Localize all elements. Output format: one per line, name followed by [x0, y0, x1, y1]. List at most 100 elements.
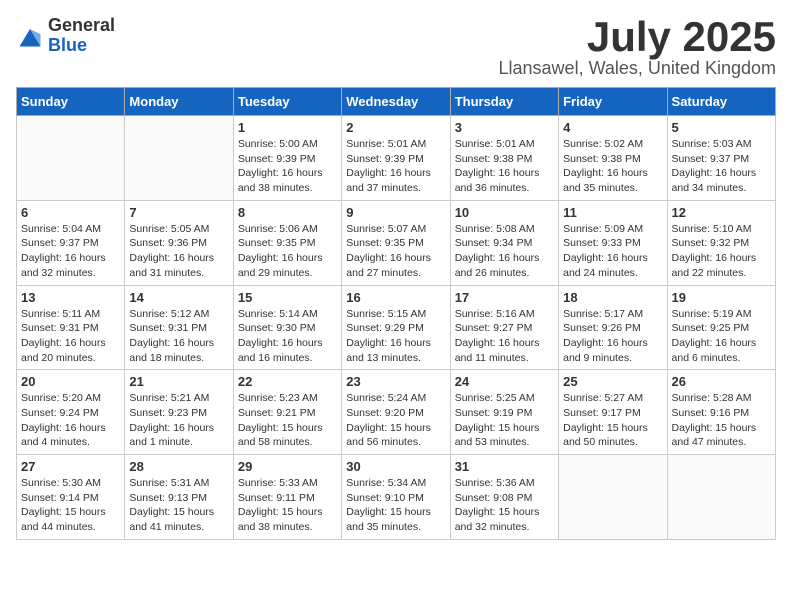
day-number: 3 — [455, 120, 554, 135]
day-number: 30 — [346, 459, 445, 474]
calendar-cell: 1Sunrise: 5:00 AM Sunset: 9:39 PM Daylig… — [233, 116, 341, 201]
day-number: 23 — [346, 374, 445, 389]
calendar-cell: 26 Sunrise: 5:28 AM Sunset: 9:16 PM Dayli… — [667, 370, 775, 455]
day-info: Sunrise: 5:10 AM Sunset: 9:32 PM Dayligh… — [672, 222, 771, 281]
day-number: 29 — [238, 459, 337, 474]
weekday-header-friday: Friday — [559, 88, 667, 116]
day-info: Sunrise: 5:31 AM Sunset: 9:13 PM Dayligh… — [129, 476, 228, 535]
calendar-cell: 18Sunrise: 5:17 AM Sunset: 9:26 PM Dayli… — [559, 285, 667, 370]
calendar-cell: 11 Sunrise: 5:09 AM Sunset: 9:33 PM Dayli… — [559, 200, 667, 285]
day-info: Sunrise: 5:24 AM Sunset: 9:20 PM Dayligh… — [346, 391, 445, 450]
day-info: Sunrise: 5:21 AM Sunset: 9:23 PM Dayligh… — [129, 391, 228, 450]
day-number: 18 — [563, 290, 662, 305]
calendar-cell: 16 Sunrise: 5:15 AM Sunset: 9:29 PM Dayli… — [342, 285, 450, 370]
day-number: 2 — [346, 120, 445, 135]
day-number: 19 — [672, 290, 771, 305]
logo: General Blue — [16, 16, 115, 56]
day-number: 8 — [238, 205, 337, 220]
day-number: 26 — [672, 374, 771, 389]
day-info: Sunrise: 5:14 AM Sunset: 9:30 PM Dayligh… — [238, 307, 337, 366]
calendar-cell: 15 Sunrise: 5:14 AM Sunset: 9:30 PM Dayli… — [233, 285, 341, 370]
logo-general-text: General — [48, 16, 115, 36]
calendar-cell: 3 Sunrise: 5:01 AM Sunset: 9:38 PM Daylig… — [450, 116, 558, 201]
title-area: July 2025 Llansawel, Wales, United Kingd… — [499, 16, 776, 79]
calendar-week-row: 13 Sunrise: 5:11 AM Sunset: 9:31 PM Dayli… — [17, 285, 776, 370]
calendar-cell: 12 Sunrise: 5:10 AM Sunset: 9:32 PM Dayli… — [667, 200, 775, 285]
day-number: 27 — [21, 459, 120, 474]
calendar-week-row: 27 Sunrise: 5:30 AM Sunset: 9:14 PM Dayli… — [17, 455, 776, 540]
calendar-cell: 14Sunrise: 5:12 AM Sunset: 9:31 PM Dayli… — [125, 285, 233, 370]
weekday-header-monday: Monday — [125, 88, 233, 116]
day-info: Sunrise: 5:01 AM Sunset: 9:39 PM Dayligh… — [346, 137, 445, 196]
calendar-cell: 2 Sunrise: 5:01 AM Sunset: 9:39 PM Daylig… — [342, 116, 450, 201]
header: General Blue July 2025 Llansawel, Wales,… — [16, 16, 776, 79]
day-number: 22 — [238, 374, 337, 389]
calendar-cell: 7Sunrise: 5:05 AM Sunset: 9:36 PM Daylig… — [125, 200, 233, 285]
day-info: Sunrise: 5:01 AM Sunset: 9:38 PM Dayligh… — [455, 137, 554, 196]
day-info: Sunrise: 5:02 AM Sunset: 9:38 PM Dayligh… — [563, 137, 662, 196]
day-number: 21 — [129, 374, 228, 389]
calendar-cell: 27 Sunrise: 5:30 AM Sunset: 9:14 PM Dayli… — [17, 455, 125, 540]
calendar-cell: 20 Sunrise: 5:20 AM Sunset: 9:24 PM Dayli… — [17, 370, 125, 455]
day-number: 11 — [563, 205, 662, 220]
day-info: Sunrise: 5:23 AM Sunset: 9:21 PM Dayligh… — [238, 391, 337, 450]
day-number: 13 — [21, 290, 120, 305]
day-number: 14 — [129, 290, 228, 305]
calendar-cell: 9 Sunrise: 5:07 AM Sunset: 9:35 PM Daylig… — [342, 200, 450, 285]
day-info: Sunrise: 5:20 AM Sunset: 9:24 PM Dayligh… — [21, 391, 120, 450]
day-info: Sunrise: 5:15 AM Sunset: 9:29 PM Dayligh… — [346, 307, 445, 366]
calendar-cell: 4Sunrise: 5:02 AM Sunset: 9:38 PM Daylig… — [559, 116, 667, 201]
calendar-cell: 8 Sunrise: 5:06 AM Sunset: 9:35 PM Daylig… — [233, 200, 341, 285]
day-info: Sunrise: 5:34 AM Sunset: 9:10 PM Dayligh… — [346, 476, 445, 535]
weekday-header-wednesday: Wednesday — [342, 88, 450, 116]
day-info: Sunrise: 5:28 AM Sunset: 9:16 PM Dayligh… — [672, 391, 771, 450]
calendar-cell: 6 Sunrise: 5:04 AM Sunset: 9:37 PM Daylig… — [17, 200, 125, 285]
day-number: 10 — [455, 205, 554, 220]
calendar-cell: 30 Sunrise: 5:34 AM Sunset: 9:10 PM Dayli… — [342, 455, 450, 540]
day-info: Sunrise: 5:33 AM Sunset: 9:11 PM Dayligh… — [238, 476, 337, 535]
calendar-cell: 29 Sunrise: 5:33 AM Sunset: 9:11 PM Dayli… — [233, 455, 341, 540]
weekday-header-thursday: Thursday — [450, 88, 558, 116]
calendar-cell: 25Sunrise: 5:27 AM Sunset: 9:17 PM Dayli… — [559, 370, 667, 455]
location-title: Llansawel, Wales, United Kingdom — [499, 58, 776, 79]
day-info: Sunrise: 5:06 AM Sunset: 9:35 PM Dayligh… — [238, 222, 337, 281]
day-number: 6 — [21, 205, 120, 220]
day-number: 20 — [21, 374, 120, 389]
day-info: Sunrise: 5:08 AM Sunset: 9:34 PM Dayligh… — [455, 222, 554, 281]
day-number: 5 — [672, 120, 771, 135]
day-info: Sunrise: 5:03 AM Sunset: 9:37 PM Dayligh… — [672, 137, 771, 196]
calendar-cell — [559, 455, 667, 540]
calendar-table: SundayMondayTuesdayWednesdayThursdayFrid… — [16, 87, 776, 540]
day-info: Sunrise: 5:25 AM Sunset: 9:19 PM Dayligh… — [455, 391, 554, 450]
calendar-cell: 31 Sunrise: 5:36 AM Sunset: 9:08 PM Dayli… — [450, 455, 558, 540]
day-info: Sunrise: 5:36 AM Sunset: 9:08 PM Dayligh… — [455, 476, 554, 535]
logo-text: General Blue — [48, 16, 115, 56]
calendar-cell: 28Sunrise: 5:31 AM Sunset: 9:13 PM Dayli… — [125, 455, 233, 540]
day-info: Sunrise: 5:30 AM Sunset: 9:14 PM Dayligh… — [21, 476, 120, 535]
calendar-week-row: 20 Sunrise: 5:20 AM Sunset: 9:24 PM Dayli… — [17, 370, 776, 455]
day-number: 31 — [455, 459, 554, 474]
day-info: Sunrise: 5:04 AM Sunset: 9:37 PM Dayligh… — [21, 222, 120, 281]
calendar-cell — [17, 116, 125, 201]
day-number: 25 — [563, 374, 662, 389]
calendar-cell: 10 Sunrise: 5:08 AM Sunset: 9:34 PM Dayli… — [450, 200, 558, 285]
day-info: Sunrise: 5:07 AM Sunset: 9:35 PM Dayligh… — [346, 222, 445, 281]
day-number: 12 — [672, 205, 771, 220]
calendar-cell: 19Sunrise: 5:19 AM Sunset: 9:25 PM Dayli… — [667, 285, 775, 370]
day-number: 15 — [238, 290, 337, 305]
logo-icon — [16, 22, 44, 50]
day-info: Sunrise: 5:09 AM Sunset: 9:33 PM Dayligh… — [563, 222, 662, 281]
day-number: 16 — [346, 290, 445, 305]
weekday-header-tuesday: Tuesday — [233, 88, 341, 116]
day-info: Sunrise: 5:11 AM Sunset: 9:31 PM Dayligh… — [21, 307, 120, 366]
day-number: 24 — [455, 374, 554, 389]
weekday-header-saturday: Saturday — [667, 88, 775, 116]
day-info: Sunrise: 5:05 AM Sunset: 9:36 PM Dayligh… — [129, 222, 228, 281]
calendar-cell — [125, 116, 233, 201]
logo-blue-text: Blue — [48, 36, 115, 56]
calendar-cell: 23 Sunrise: 5:24 AM Sunset: 9:20 PM Dayli… — [342, 370, 450, 455]
calendar-header: SundayMondayTuesdayWednesdayThursdayFrid… — [17, 88, 776, 116]
day-number: 9 — [346, 205, 445, 220]
day-info: Sunrise: 5:16 AM Sunset: 9:27 PM Dayligh… — [455, 307, 554, 366]
calendar-cell — [667, 455, 775, 540]
